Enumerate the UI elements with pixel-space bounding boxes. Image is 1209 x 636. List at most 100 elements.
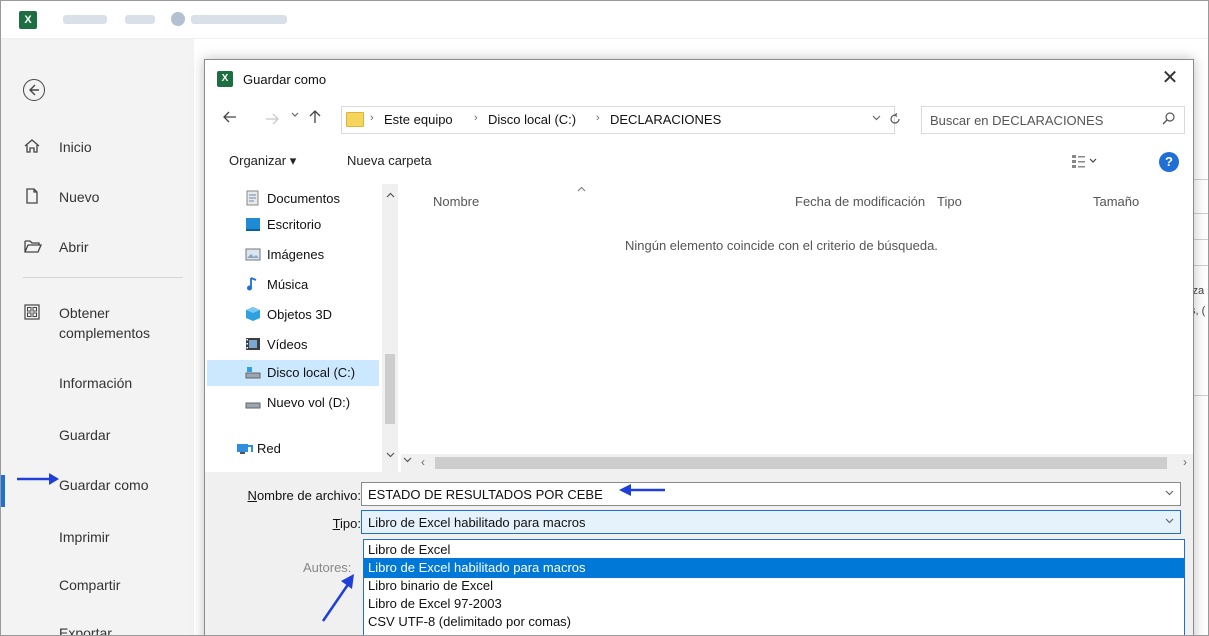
sort-indicator-icon [577, 184, 586, 195]
nav-item-label: Guardar [59, 427, 111, 443]
filename-value: ESTADO DE RESULTADOS POR CEBE [368, 487, 603, 502]
nav-pane-item-documentos[interactable]: Documentos [245, 186, 379, 212]
scrollbar-thumb[interactable] [435, 457, 1167, 469]
nav-pane-item-disco-local[interactable]: Disco local (C:) [207, 360, 379, 386]
filename-field[interactable]: ESTADO DE RESULTADOS POR CEBE [361, 482, 1181, 506]
nav-item-informacion[interactable]: Información [1, 373, 194, 397]
type-option[interactable]: Libro de Excel [364, 540, 1184, 560]
nav-pane-label: Música [267, 277, 309, 292]
column-header-tamano[interactable]: Tamaño [1093, 194, 1139, 209]
nav-pane-item-nuevo-vol[interactable]: Nuevo vol (D:) [245, 390, 379, 416]
documents-icon [245, 190, 261, 206]
drive-icon [245, 394, 261, 410]
empty-message: Ningún elemento coincide con el criterio… [625, 238, 938, 253]
organize-button[interactable]: Organizar ▾ [229, 153, 296, 169]
forward-arrow-icon[interactable] [265, 112, 279, 128]
nav-pane-item-musica[interactable]: Música [245, 272, 379, 298]
horizontal-scrollbar[interactable]: ‹ › [401, 454, 1193, 472]
help-icon[interactable]: ? [1159, 152, 1179, 172]
nav-item-inicio[interactable]: Inicio [1, 137, 194, 161]
nav-pane-item-objetos-3d[interactable]: Objetos 3D [245, 302, 379, 328]
file-list: Nombre Fecha de modificación Tipo Tamaño… [401, 184, 1193, 454]
nav-pane-label: Red [257, 441, 281, 456]
chevron-down-icon[interactable] [872, 113, 881, 124]
breadcrumb-este-equipo[interactable]: Este equipo [384, 112, 453, 127]
nav-item-abrir[interactable]: Abrir [1, 237, 194, 261]
up-arrow-icon[interactable] [309, 110, 321, 127]
type-option[interactable]: Libro de Excel 97-2003 [364, 594, 1184, 614]
scroll-up-icon[interactable] [386, 190, 395, 201]
nav-pane-label: Vídeos [267, 337, 308, 352]
nav-item-label: Compartir [59, 577, 121, 593]
address-row: › Este equipo › Disco local (C:) › DECLA… [205, 104, 1193, 136]
column-header-nombre[interactable]: Nombre [433, 194, 479, 209]
type-value: Libro de Excel habilitado para macros [368, 515, 586, 530]
desktop-icon [245, 216, 261, 232]
nav-item-label: Inicio [59, 139, 92, 155]
nav-pane-label: Disco local (C:) [267, 365, 356, 380]
scroll-right-icon[interactable]: › [1183, 455, 1187, 469]
breadcrumb-separator-icon: › [474, 112, 478, 124]
type-option[interactable]: Libro binario de Excel [364, 576, 1184, 596]
nav-item-label: Guardar como [59, 477, 149, 493]
filename-label-accelerator: N [247, 488, 257, 503]
nav-item-imprimir[interactable]: Imprimir [1, 527, 194, 551]
dialog-title-bar: X Guardar como ✕ [205, 60, 1193, 98]
view-options-icon[interactable] [1071, 153, 1099, 169]
nav-pane-scrollbar[interactable] [382, 184, 398, 472]
videos-icon [245, 336, 261, 352]
nav-pane-item-videos[interactable]: Vídeos [245, 332, 379, 358]
back-icon[interactable] [23, 79, 45, 101]
breadcrumb-separator-icon: › [596, 112, 600, 124]
recent-locations-icon[interactable] [291, 110, 299, 120]
home-icon [23, 137, 43, 157]
excel-title-bar: X [1, 1, 1208, 39]
nav-pane-item-imagenes[interactable]: Imágenes [245, 242, 379, 268]
dialog-toolbar: Organizar ▾ Nueva carpeta ? [205, 146, 1193, 176]
refresh-icon[interactable] [889, 112, 901, 128]
blurred-title-text [191, 15, 287, 24]
type-dropdown-list: Libro de Excel Libro de Excel habilitado… [363, 539, 1185, 635]
filename-label: Nombre de archivo: [213, 488, 361, 503]
search-icon[interactable] [1162, 111, 1176, 128]
back-arrow-icon[interactable] [223, 110, 237, 126]
nav-pane-item-red[interactable]: Red [235, 436, 369, 462]
navigation-pane: Documentos Escritorio Imágenes Música Ob… [205, 184, 401, 472]
column-header-tipo[interactable]: Tipo [937, 194, 962, 209]
nav-item-guardar[interactable]: Guardar [1, 425, 194, 449]
music-icon [245, 276, 261, 292]
nav-item-nuevo[interactable]: Nuevo [1, 187, 194, 211]
nav-item-exportar[interactable]: Exportar [1, 623, 194, 636]
type-label: Tipo: [213, 516, 361, 531]
scrollbar-thumb[interactable] [385, 354, 395, 424]
type-option[interactable]: CSV UTF-8 (delimitado por comas) [364, 612, 1184, 632]
type-select[interactable]: Libro de Excel habilitado para macros [361, 510, 1181, 534]
nav-pane-label: Objetos 3D [267, 307, 333, 322]
new-file-icon [23, 187, 43, 207]
scroll-down-icon[interactable] [386, 450, 395, 461]
address-bar[interactable]: › Este equipo › Disco local (C:) › DECLA… [341, 106, 895, 134]
breadcrumb-disco-local[interactable]: Disco local (C:) [488, 112, 576, 127]
chevron-down-icon[interactable] [403, 455, 412, 466]
type-option-highlighted[interactable]: Libro de Excel habilitado para macros [364, 558, 1184, 578]
nav-item-label: Exportar [59, 625, 112, 636]
chevron-down-icon[interactable] [1165, 516, 1174, 527]
nav-pane-label: Nuevo vol (D:) [267, 395, 351, 410]
nav-item-compartir[interactable]: Compartir [1, 575, 194, 599]
nav-item-obtener-complementos[interactable]: Obtener complementos [1, 303, 194, 347]
close-button[interactable]: ✕ [1157, 66, 1183, 92]
scroll-left-icon[interactable]: ‹ [421, 455, 425, 469]
breadcrumb-declaraciones[interactable]: DECLARACIONES [610, 112, 721, 127]
nav-item-label: Información [59, 375, 133, 391]
nav-pane-item-escritorio[interactable]: Escritorio [245, 212, 379, 238]
nav-pane-label: Escritorio [267, 217, 322, 232]
backstage-nav: Inicio Nuevo Abrir Obtener complementos … [1, 39, 194, 636]
search-box[interactable] [921, 106, 1185, 134]
dialog-title: Guardar como [243, 72, 327, 87]
column-header-fecha[interactable]: Fecha de modificación [795, 194, 925, 209]
blurred-title-text [63, 15, 107, 24]
chevron-down-icon[interactable] [1165, 488, 1174, 499]
search-input[interactable] [928, 110, 1148, 130]
app-window: X Inicio Nuevo Abrir Obtener complemento… [0, 0, 1209, 636]
new-folder-button[interactable]: Nueva carpeta [347, 153, 432, 168]
